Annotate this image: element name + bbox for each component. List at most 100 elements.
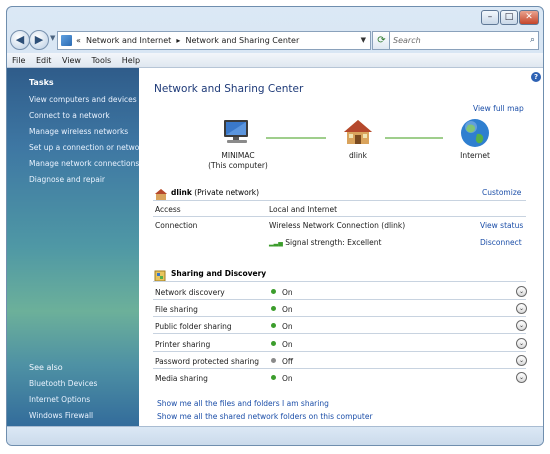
- breadcrumb-network-and-internet[interactable]: Network and Internet: [86, 36, 171, 45]
- computer-label: MINIMAC (This computer): [199, 151, 277, 171]
- control-panel-icon: [61, 35, 72, 46]
- sidebar-item-setup-connection[interactable]: Set up a connection or network: [29, 143, 147, 152]
- file-sharing-state: On: [271, 305, 293, 314]
- sidebar-item-manage-connections[interactable]: Manage network connections: [29, 159, 139, 168]
- access-value: Local and Internet: [269, 205, 338, 214]
- address-bar[interactable]: « Network and Internet ▸ Network and Sha…: [57, 31, 371, 50]
- back-arrow-icon: ◀: [15, 33, 25, 46]
- status-text: On: [282, 322, 293, 331]
- sidebar-item-diagnose-repair[interactable]: Diagnose and repair: [29, 175, 105, 184]
- access-row: Access Local and Internet: [155, 205, 527, 214]
- printer-sharing-state: On: [271, 340, 293, 349]
- row-divider: [153, 333, 526, 334]
- router-label: dlink: [348, 151, 368, 160]
- menu-help[interactable]: Help: [122, 53, 140, 68]
- window: – □ ✕ ◀ ▶ ▼ « Network and Internet ▸ Net…: [6, 6, 544, 446]
- media-sharing-label: Media sharing: [155, 374, 208, 383]
- sidebar-item-windows-firewall[interactable]: Windows Firewall: [29, 411, 93, 420]
- expand-network-discovery-button[interactable]: ⌄: [516, 286, 527, 297]
- row-divider: [153, 368, 526, 369]
- printer-sharing-label: Printer sharing: [155, 340, 211, 349]
- menu-bar: File Edit View Tools Help: [7, 53, 543, 68]
- computer-name: MINIMAC: [221, 151, 255, 160]
- expand-file-sharing-button[interactable]: ⌄: [516, 303, 527, 314]
- signal-bars-icon: ▂▃▅: [269, 240, 283, 247]
- sidebar-item-view-computers[interactable]: View computers and devices: [29, 95, 137, 104]
- internet-globe-icon[interactable]: [460, 118, 490, 148]
- computer-subtitle: (This computer): [208, 161, 268, 170]
- sharing-row: Network discovery On ⌄: [155, 286, 527, 297]
- sidebar-item-connect-network[interactable]: Connect to a network: [29, 111, 110, 120]
- network-divider: [153, 200, 526, 201]
- main-pane: ? Network and Sharing Center View full m…: [139, 68, 543, 426]
- status-text: Off: [282, 357, 294, 366]
- connection-row: Connection Wireless Network Connection (…: [155, 221, 527, 230]
- status-bar: [7, 426, 543, 445]
- menu-edit[interactable]: Edit: [36, 53, 52, 68]
- close-button[interactable]: ✕: [519, 10, 539, 25]
- search-icon[interactable]: ⌕: [530, 32, 535, 49]
- status-on-icon: [271, 341, 276, 346]
- page-title: Network and Sharing Center: [154, 83, 304, 95]
- status-on-icon: [271, 306, 276, 311]
- menu-tools[interactable]: Tools: [92, 53, 112, 68]
- expand-password-protected-sharing-button[interactable]: ⌄: [516, 355, 527, 366]
- expand-public-folder-sharing-button[interactable]: ⌄: [516, 320, 527, 331]
- network-name: dlink: [171, 188, 192, 197]
- search-placeholder: Search: [393, 36, 421, 45]
- signal-strength: ▂▃▅ Signal strength: Excellent: [269, 238, 381, 247]
- row-divider: [153, 299, 526, 300]
- minimize-button[interactable]: –: [481, 10, 499, 25]
- search-input[interactable]: Search ⌕: [389, 31, 539, 50]
- title-bar: – □ ✕: [7, 7, 543, 29]
- sidebar: Tasks View computers and devices Connect…: [7, 68, 147, 426]
- history-dropdown-icon[interactable]: ▼: [50, 34, 55, 42]
- address-dropdown-icon[interactable]: ▼: [361, 32, 366, 49]
- sidebar-tasks-header: Tasks: [29, 78, 54, 87]
- network-header: dlink (Private network): [171, 188, 259, 197]
- menu-view[interactable]: View: [62, 53, 81, 68]
- file-sharing-label: File sharing: [155, 305, 198, 314]
- show-shared-files-link[interactable]: Show me all the files and folders I am s…: [157, 399, 329, 408]
- disconnect-link[interactable]: Disconnect: [480, 238, 522, 247]
- breadcrumb: « Network and Internet ▸ Network and Sha…: [76, 32, 299, 49]
- customize-link[interactable]: Customize: [482, 188, 521, 197]
- access-label: Access: [155, 205, 181, 214]
- breadcrumb-separator-icon[interactable]: ▸: [176, 36, 180, 45]
- status-text: On: [282, 374, 293, 383]
- sharing-row: Password protected sharing Off ⌄: [155, 355, 527, 366]
- expand-printer-sharing-button[interactable]: ⌄: [516, 338, 527, 349]
- router-home-icon[interactable]: [343, 118, 373, 146]
- expand-media-sharing-button[interactable]: ⌄: [516, 372, 527, 383]
- back-button[interactable]: ◀: [10, 30, 30, 50]
- maximize-button[interactable]: □: [500, 10, 518, 25]
- view-full-map-link[interactable]: View full map: [473, 104, 524, 113]
- status-on-icon: [271, 323, 276, 328]
- show-shared-folders-link[interactable]: Show me all the shared network folders o…: [157, 412, 373, 421]
- signal-strength-text: Signal strength: Excellent: [285, 238, 382, 247]
- breadcrumb-overflow[interactable]: «: [76, 36, 81, 45]
- password-protected-sharing-label: Password protected sharing: [155, 357, 260, 366]
- internet-label: Internet: [460, 151, 490, 160]
- breadcrumb-network-sharing-center[interactable]: Network and Sharing Center: [186, 36, 300, 45]
- sharing-row: Media sharing On ⌄: [155, 372, 527, 383]
- sidebar-item-bluetooth[interactable]: Bluetooth Devices: [29, 379, 97, 388]
- network-discovery-label: Network discovery: [155, 288, 225, 297]
- forward-arrow-icon: ▶: [34, 33, 44, 46]
- sharing-row: Public folder sharing On ⌄: [155, 320, 527, 331]
- refresh-icon: ⟳: [377, 35, 386, 46]
- forward-button[interactable]: ▶: [29, 30, 49, 50]
- row-divider: [153, 316, 526, 317]
- connection-line-router-internet: [385, 137, 443, 139]
- connection-line-computer-router: [266, 137, 326, 139]
- status-text: On: [282, 340, 293, 349]
- row-divider: [153, 351, 526, 352]
- sidebar-item-manage-wireless[interactable]: Manage wireless networks: [29, 127, 128, 136]
- computer-icon[interactable]: [221, 119, 253, 145]
- sidebar-item-internet-options[interactable]: Internet Options: [29, 395, 90, 404]
- help-icon[interactable]: ?: [531, 72, 541, 82]
- menu-file[interactable]: File: [12, 53, 25, 68]
- view-status-link[interactable]: View status: [480, 221, 523, 230]
- connection-value: Wireless Network Connection (dlink): [269, 221, 406, 230]
- status-on-icon: [271, 289, 276, 294]
